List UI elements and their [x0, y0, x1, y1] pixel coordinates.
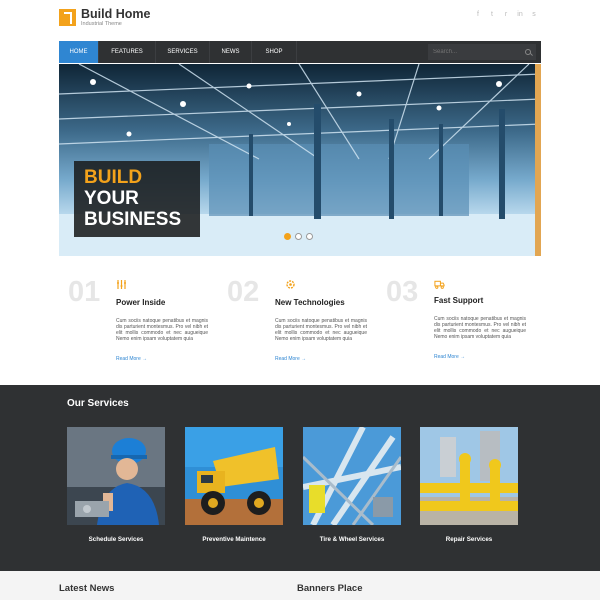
rss-icon[interactable]: r [502, 11, 510, 18]
read-more-link[interactable]: Read More → [116, 356, 147, 362]
nav-services[interactable]: SERVICES [156, 41, 210, 63]
hero-caption: BUILD YOUR BUSINESS [74, 161, 200, 237]
search-icon[interactable] [525, 49, 531, 55]
linkedin-icon[interactable]: in [516, 11, 524, 18]
search-box [428, 44, 536, 60]
feature-number: 01 [68, 276, 101, 308]
slider-dot[interactable] [306, 233, 313, 240]
site-header: Build Home Industrial Theme f t r in s [0, 0, 600, 40]
twitter-icon[interactable]: t [488, 11, 496, 18]
facebook-icon[interactable]: f [474, 11, 482, 18]
latest-news-heading: Latest News [59, 583, 115, 594]
services-heading: Our Services [67, 398, 129, 409]
dump-truck-image [185, 427, 283, 525]
services-section: Our Services Schedule Services Preventiv… [0, 385, 600, 571]
feature-text: Cum sociis natoque penatibus et magnis d… [275, 318, 367, 342]
read-more-link[interactable]: Read More → [434, 354, 465, 360]
service-caption[interactable]: Preventive Maintence [185, 536, 283, 543]
search-input[interactable] [433, 49, 513, 55]
social-links: f t r in s [474, 11, 538, 18]
industrial-pipes-image [303, 427, 401, 525]
hero-line-2: YOUR [84, 188, 139, 209]
slider-dots [284, 233, 313, 240]
worker-hardhat-image [67, 427, 165, 525]
service-card[interactable]: Preventive Maintence [185, 427, 283, 543]
service-card[interactable]: Tire & Wheel Services [303, 427, 401, 543]
feature-number: 02 [227, 276, 260, 308]
site-title: Build Home [81, 7, 151, 21]
site-logo[interactable]: Build Home Industrial Theme [59, 7, 150, 28]
banners-heading: Banners Place [297, 583, 363, 594]
service-card[interactable]: Repair Services [420, 427, 518, 543]
slider-dot[interactable] [295, 233, 302, 240]
feature-number: 03 [386, 276, 419, 308]
hero-slider: BUILD YOUR BUSINESS [59, 64, 541, 256]
nav-home[interactable]: HOME [59, 41, 99, 63]
service-card[interactable]: Schedule Services [67, 427, 165, 543]
site-tagline: Industrial Theme [81, 21, 122, 27]
hero-line-1: BUILD [84, 167, 143, 188]
bottom-section: Latest News Banners Place [0, 571, 600, 600]
nav-news[interactable]: NEWS [210, 41, 252, 63]
feature-text: Cum sociis natoque penatibus et magnis d… [434, 316, 526, 340]
hero-line-3: BUSINESS [84, 209, 182, 230]
service-caption[interactable]: Schedule Services [67, 536, 165, 543]
skype-icon[interactable]: s [530, 11, 538, 18]
feature-text: Cum sociis natoque penatibus et magnis d… [116, 318, 208, 342]
read-more-link[interactable]: Read More → [275, 356, 306, 362]
truck-icon [434, 280, 445, 289]
feature-title: Fast Support [434, 296, 484, 305]
yellow-pipeline-image [420, 427, 518, 525]
feature-title: New Technologies [275, 298, 345, 307]
logo-mark-icon [59, 9, 76, 26]
gear-icon [286, 280, 295, 289]
service-caption[interactable]: Tire & Wheel Services [303, 536, 401, 543]
power-bars-icon [117, 280, 126, 289]
main-nav: HOME FEATURES SERVICES NEWS SHOP [59, 41, 541, 63]
slider-dot[interactable] [284, 233, 291, 240]
feature-title: Power Inside [116, 298, 166, 307]
nav-features[interactable]: FEATURES [99, 41, 156, 63]
nav-shop[interactable]: SHOP [252, 41, 297, 63]
service-caption[interactable]: Repair Services [420, 536, 518, 543]
